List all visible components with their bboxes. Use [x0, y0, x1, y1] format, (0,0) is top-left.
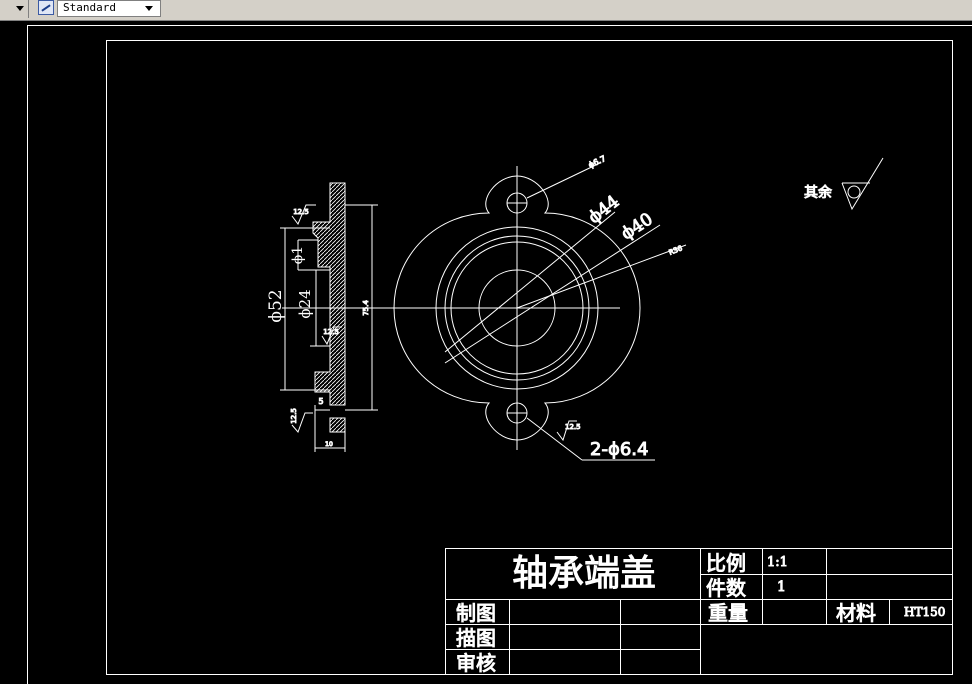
dim-d1: ϕ1 [290, 246, 306, 264]
text-style-value: Standard [63, 1, 116, 14]
dim-d52: ϕ52 [266, 289, 286, 322]
part-name: 轴承端盖 [512, 553, 656, 594]
scale-label: 比例 [706, 551, 746, 575]
toolbar-dropdown[interactable] [0, 0, 29, 18]
chevron-down-icon [145, 6, 153, 11]
dim-height: 75.4 [362, 300, 370, 316]
scale-value: 1:1 [767, 555, 788, 570]
drawing-canvas[interactable]: ϕ52 ϕ1 ϕ24 75.4 10 5 12.5 12.5 12.5 ϕ6.7… [0, 21, 972, 684]
dim-hole-small: ϕ6.7 [587, 154, 607, 170]
drawn-label: 制图 [456, 601, 496, 625]
material-label: 材料 [836, 601, 876, 625]
text-style-select[interactable]: Standard [57, 0, 161, 17]
dim-width: 10 [325, 441, 333, 448]
traced-label: 描图 [456, 626, 496, 650]
roughness-top: 12.5 [293, 208, 309, 216]
other-roughness-label: 其余 [804, 184, 832, 201]
section-bottom-lug [329, 417, 346, 433]
dim-d44: ϕ44 [585, 192, 624, 228]
dim-d40: ϕ40 [618, 209, 657, 244]
front-view [378, 162, 687, 461]
section-hatch [312, 182, 346, 406]
roughness-bottom: 12.5 [290, 408, 298, 424]
roughness-symbol [841, 157, 884, 211]
front-roughness: 12.5 [565, 423, 581, 431]
dim-holes: 2-ϕ6.4 [590, 439, 648, 460]
checked-label: 审核 [456, 651, 496, 675]
chevron-down-icon [16, 6, 24, 11]
qty-label: 件数 [706, 576, 746, 600]
qty-value: 1 [777, 579, 786, 595]
weight-label: 重量 [708, 601, 748, 625]
dim-r: R36 [668, 244, 684, 257]
dim-d24: ϕ24 [296, 289, 314, 318]
text-style-icon[interactable] [38, 0, 54, 15]
material-value: HT150 [904, 605, 945, 619]
roughness-mid: 12.5 [323, 328, 339, 336]
toolbar: Standard [0, 0, 972, 21]
dim-step: 5 [318, 397, 323, 406]
outer-frame [27, 25, 972, 684]
